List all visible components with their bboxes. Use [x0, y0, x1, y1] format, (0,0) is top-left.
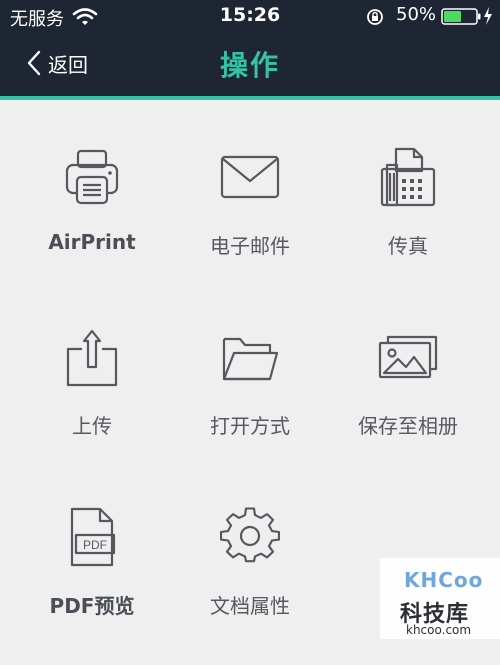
- folder-icon: [220, 325, 280, 389]
- fax-icon: [378, 145, 438, 209]
- envelope-icon: [220, 145, 280, 209]
- action-email[interactable]: 电子邮件: [170, 145, 330, 305]
- action-document-properties[interactable]: 文档属性: [170, 505, 330, 665]
- page-title: 操作: [219, 49, 280, 82]
- photo-album-icon: [378, 325, 438, 389]
- battery-percent: 50%: [396, 4, 437, 25]
- action-airprint[interactable]: AirPrint: [12, 145, 172, 305]
- action-pdf-preview[interactable]: PDF PDF预览: [12, 505, 172, 665]
- action-label: 上传: [72, 414, 112, 438]
- action-label: 保存至相册: [358, 414, 458, 438]
- header: 无服务 15:26 50% 返回 操作: [0, 0, 500, 96]
- action-label: AirPrint: [48, 230, 136, 254]
- action-upload[interactable]: 上传: [12, 325, 172, 485]
- charging-icon: [484, 7, 492, 25]
- gear-icon: [219, 505, 281, 569]
- action-label: 文档属性: [210, 594, 290, 618]
- watermark-url: khcoo.com: [406, 623, 472, 637]
- action-label: 打开方式: [210, 414, 290, 438]
- action-fax[interactable]: 传真: [328, 145, 488, 305]
- action-label: 电子邮件: [210, 234, 290, 258]
- action-save-to-album[interactable]: 保存至相册: [328, 325, 488, 485]
- printer-icon: [62, 145, 122, 209]
- header-accent-line: [0, 96, 500, 100]
- status-bar: 无服务 15:26 50%: [0, 0, 500, 32]
- pdf-icon-text: PDF: [83, 538, 107, 552]
- rotation-lock-icon: [367, 9, 383, 25]
- pdf-file-icon: PDF: [62, 505, 122, 569]
- action-label: 传真: [388, 234, 428, 258]
- action-open-with[interactable]: 打开方式: [170, 325, 330, 485]
- upload-icon: [62, 325, 122, 389]
- watermark-logo: KHCoo: [404, 568, 484, 592]
- watermark: KHCoo 科技库 khcoo.com: [380, 558, 500, 639]
- battery-icon: [441, 8, 481, 25]
- action-label: PDF预览: [49, 594, 135, 618]
